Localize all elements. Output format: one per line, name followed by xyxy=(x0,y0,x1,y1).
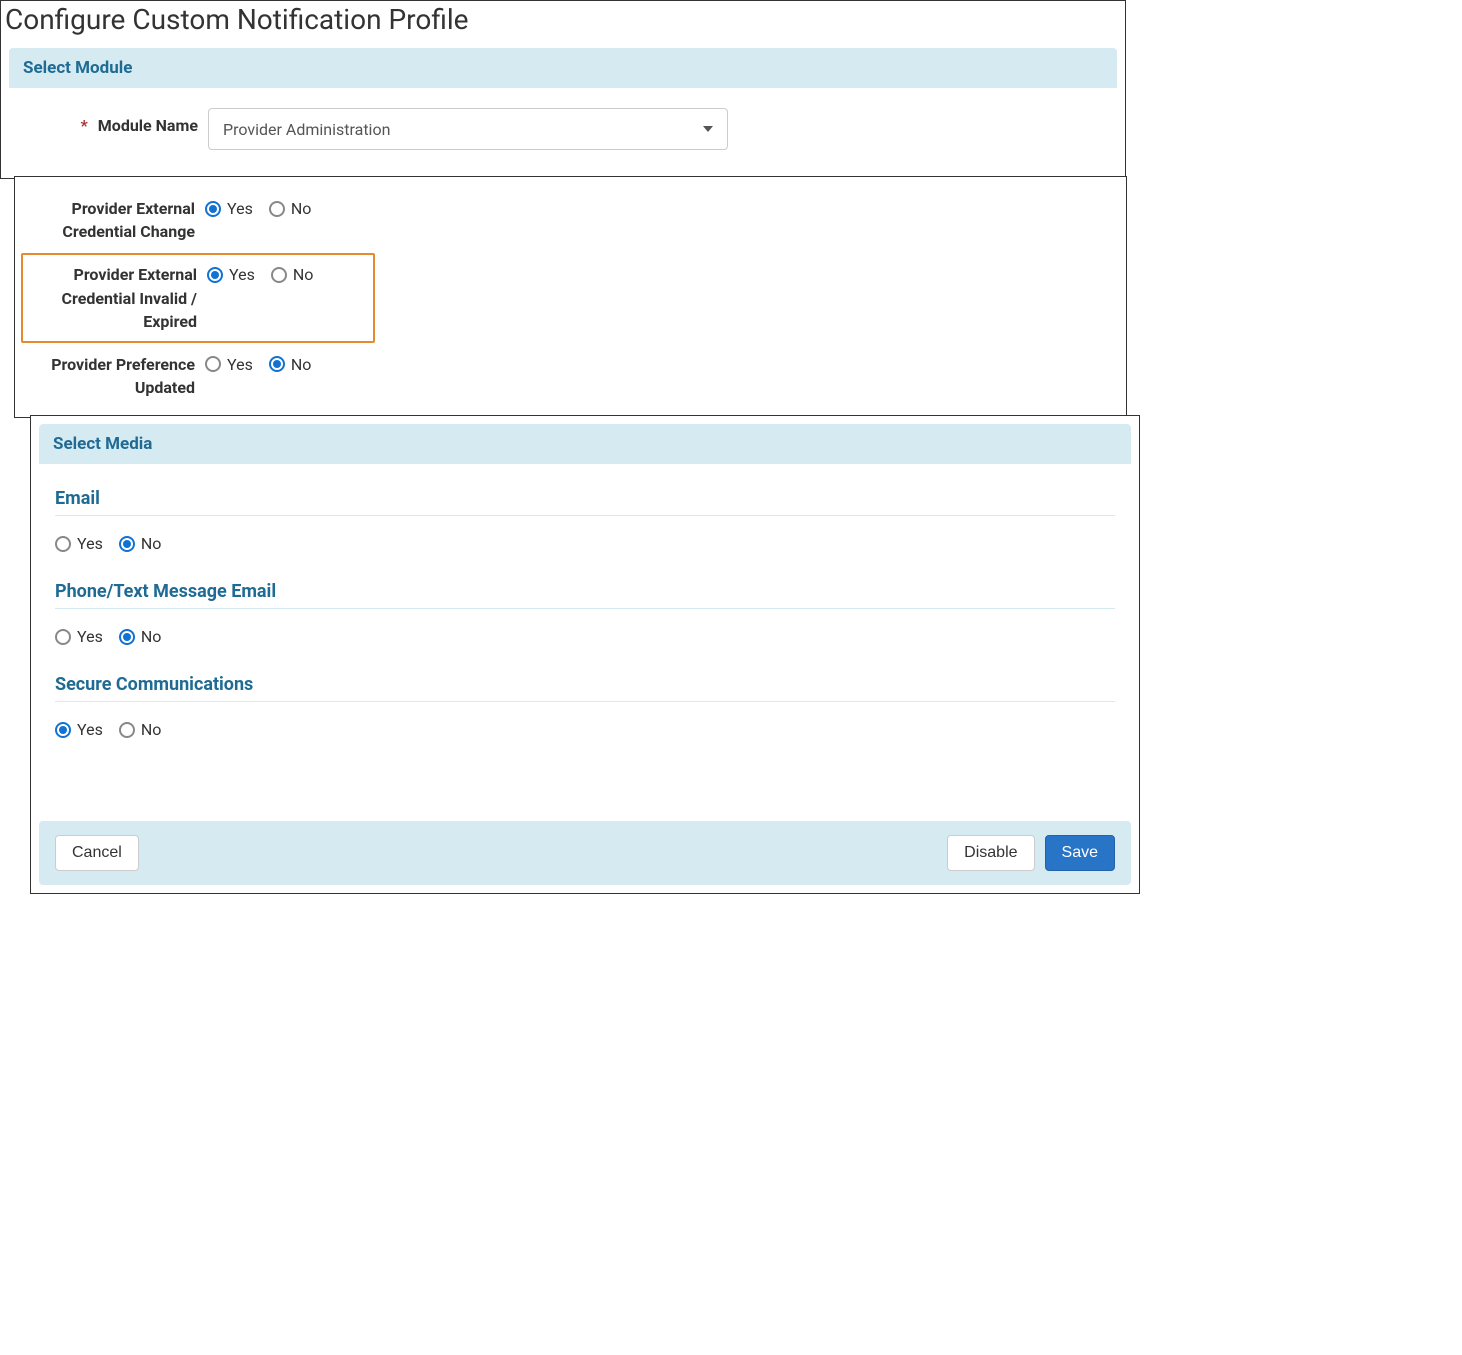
media-secure-yes-radio[interactable] xyxy=(55,722,71,738)
yes-label: Yes xyxy=(227,199,253,218)
event-preference-updated-no-radio[interactable] xyxy=(269,356,285,372)
media-phone-no-radio[interactable] xyxy=(119,629,135,645)
media-email-yes-radio[interactable] xyxy=(55,536,71,552)
module-name-value: Provider Administration xyxy=(223,120,390,139)
media-email-no-radio[interactable] xyxy=(119,536,135,552)
module-name-select[interactable]: Provider Administration xyxy=(208,108,728,150)
media-phone-title: Phone/Text Message Email xyxy=(55,581,1115,602)
cancel-button[interactable]: Cancel xyxy=(55,835,139,871)
yes-label: Yes xyxy=(77,627,103,646)
event-credential-change-yes-radio[interactable] xyxy=(205,201,221,217)
divider xyxy=(55,608,1115,609)
event-row-credential-invalid: Provider External Credential Invalid / E… xyxy=(21,253,375,343)
yes-label: Yes xyxy=(229,265,255,284)
select-media-header: Select Media xyxy=(39,424,1131,464)
event-label: Provider Preference Updated xyxy=(25,353,205,399)
page-title: Configure Custom Notification Profile xyxy=(5,3,1125,36)
divider xyxy=(55,701,1115,702)
event-label: Provider External Credential Invalid / E… xyxy=(27,263,207,333)
event-credential-change-no-radio[interactable] xyxy=(269,201,285,217)
no-label: No xyxy=(141,720,162,739)
divider xyxy=(55,515,1115,516)
module-name-label: Module Name xyxy=(98,116,198,135)
disable-button[interactable]: Disable xyxy=(947,835,1034,871)
yes-label: Yes xyxy=(77,534,103,553)
yes-label: Yes xyxy=(227,355,253,374)
media-secure-no-radio[interactable] xyxy=(119,722,135,738)
event-credential-invalid-yes-radio[interactable] xyxy=(207,267,223,283)
event-row-preference-updated: Provider Preference Updated Yes No xyxy=(21,349,1120,403)
no-label: No xyxy=(141,534,162,553)
select-module-header: Select Module xyxy=(9,48,1117,88)
media-secure-title: Secure Communications xyxy=(55,674,1115,695)
yes-label: Yes xyxy=(77,720,103,739)
save-button[interactable]: Save xyxy=(1045,835,1115,871)
event-rows: Provider External Credential Change Yes … xyxy=(15,177,1126,417)
media-email-title: Email xyxy=(55,488,1115,509)
no-label: No xyxy=(293,265,314,284)
event-row-credential-change: Provider External Credential Change Yes … xyxy=(21,193,1120,247)
event-credential-invalid-no-radio[interactable] xyxy=(271,267,287,283)
no-label: No xyxy=(141,627,162,646)
media-phone-yes-radio[interactable] xyxy=(55,629,71,645)
no-label: No xyxy=(291,199,312,218)
event-preference-updated-yes-radio[interactable] xyxy=(205,356,221,372)
event-label: Provider External Credential Change xyxy=(25,197,205,243)
footer-bar: Cancel Disable Save xyxy=(39,821,1131,885)
required-star-icon: * xyxy=(81,116,88,135)
dropdown-caret-icon xyxy=(703,126,713,132)
no-label: No xyxy=(291,355,312,374)
